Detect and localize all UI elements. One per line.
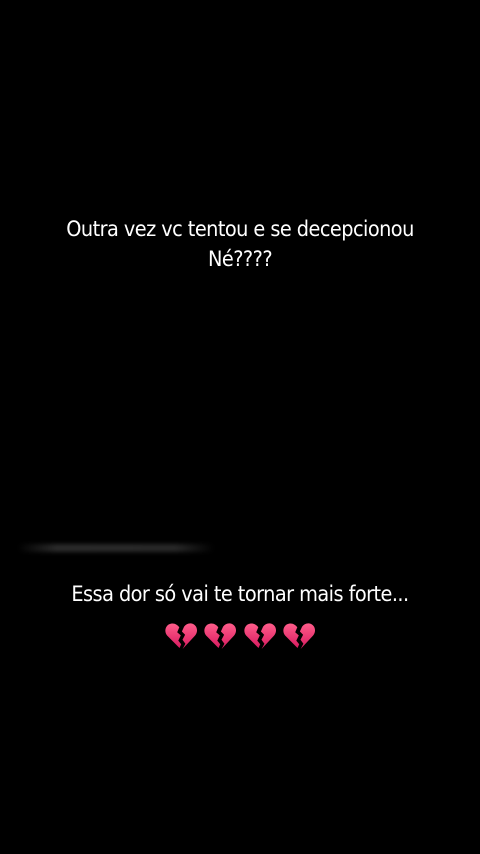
story-text-line: Outra vez vc tentou e se decepcionou bbox=[66, 217, 414, 241]
broken-hearts-row bbox=[0, 618, 480, 654]
story-text-line: Né???? bbox=[207, 247, 273, 271]
broken-heart-icon bbox=[165, 623, 198, 649]
story-canvas: Outra vez vc tentou e se decepcionou Né?… bbox=[0, 0, 480, 854]
broken-heart-icon bbox=[204, 623, 237, 649]
faint-shadow-bar bbox=[18, 544, 214, 552]
broken-heart-icon bbox=[283, 623, 315, 649]
broken-heart-icon bbox=[243, 623, 276, 649]
story-text-line: Essa dor só vai te tornar mais forte... bbox=[71, 582, 409, 606]
story-text-bottom: Essa dor só vai te tornar mais forte... bbox=[19, 579, 461, 609]
story-text-top: Outra vez vc tentou e se decepcionou Né?… bbox=[19, 214, 461, 274]
